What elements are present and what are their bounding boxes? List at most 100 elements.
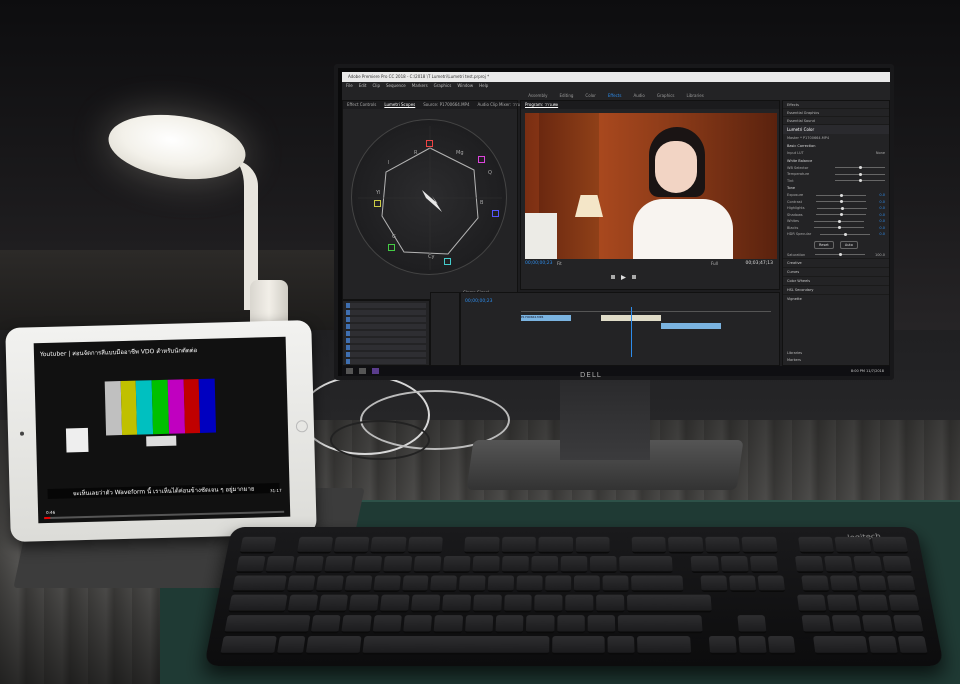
key[interactable] (737, 615, 767, 634)
key[interactable] (372, 615, 402, 634)
input-lut-value[interactable]: None (876, 151, 885, 155)
slider-track[interactable] (817, 206, 868, 210)
key[interactable] (265, 555, 295, 573)
saturation-slider[interactable] (815, 253, 866, 257)
key[interactable] (306, 636, 362, 655)
timeline-clip[interactable]: P1700664.MP4 (521, 315, 571, 321)
project-item[interactable] (346, 352, 426, 357)
home-button[interactable] (295, 420, 309, 433)
slider-track[interactable] (816, 213, 867, 217)
key[interactable] (315, 575, 344, 593)
lumetri-master-clip[interactable]: Master * P1700664.MP4 (783, 134, 889, 142)
slider-value[interactable]: 0.0 (879, 206, 885, 210)
key[interactable] (834, 536, 872, 554)
lumetri-section-collapsed[interactable]: Curves (783, 267, 889, 276)
lumetri-section-collapsed[interactable]: Color Wheels (783, 276, 889, 285)
key[interactable] (619, 555, 674, 573)
key[interactable] (545, 575, 572, 593)
workspace-tab[interactable]: Effects (608, 93, 622, 98)
key[interactable] (897, 636, 928, 655)
key[interactable] (831, 615, 863, 634)
key[interactable] (538, 536, 573, 554)
key[interactable] (830, 575, 859, 593)
key[interactable] (464, 615, 494, 634)
timeline-clip[interactable] (661, 323, 721, 329)
panel-tab[interactable]: Audio Clip Mixer: ว่าวเฟค (478, 101, 527, 109)
video-progress-bar[interactable] (44, 510, 285, 520)
key[interactable] (495, 615, 524, 634)
key[interactable] (729, 575, 757, 593)
workspace-tab[interactable]: Assembly (528, 93, 547, 98)
white-balance-section[interactable]: White Balance (783, 157, 889, 165)
key[interactable] (708, 636, 737, 655)
project-item[interactable] (346, 310, 426, 315)
key[interactable] (235, 555, 266, 573)
workspace-tab[interactable]: Color (585, 93, 595, 98)
key[interactable] (228, 595, 288, 613)
key[interactable] (888, 595, 920, 613)
effects-panel-item[interactable]: Essential Graphics (783, 109, 889, 117)
program-title[interactable]: Program: ว่าวเฟค (525, 101, 558, 109)
key[interactable] (526, 615, 555, 634)
key[interactable] (472, 555, 500, 573)
key[interactable] (464, 536, 500, 554)
key[interactable] (886, 575, 916, 593)
menu-item[interactable]: Markers (412, 82, 428, 90)
key[interactable] (410, 595, 441, 613)
key[interactable] (853, 555, 883, 573)
key[interactable] (700, 575, 728, 593)
key[interactable] (587, 615, 616, 634)
key[interactable] (276, 636, 306, 655)
key[interactable] (871, 536, 909, 554)
panel-tab[interactable]: Effect Controls (347, 101, 376, 109)
key[interactable] (626, 595, 712, 613)
panel-tab[interactable]: Lumetri Scopes (384, 101, 415, 109)
key[interactable] (413, 555, 442, 573)
project-item[interactable] (346, 331, 426, 336)
panel-item[interactable]: Libraries (783, 349, 889, 356)
key[interactable] (349, 595, 380, 613)
project-item[interactable] (346, 324, 426, 329)
key[interactable] (590, 555, 617, 573)
resolution-dropdown[interactable]: Full (711, 261, 718, 266)
key[interactable] (705, 536, 741, 554)
key[interactable] (220, 636, 277, 655)
key[interactable] (362, 636, 549, 655)
key[interactable] (354, 555, 383, 573)
key[interactable] (801, 575, 830, 593)
menu-item[interactable]: Help (479, 82, 488, 90)
key[interactable] (372, 575, 401, 593)
context-menu[interactable] (65, 427, 89, 453)
menu-item[interactable]: Sequence (386, 82, 406, 90)
key[interactable] (403, 615, 433, 634)
key[interactable] (551, 636, 605, 655)
slider-track[interactable] (835, 172, 885, 176)
menu-item[interactable]: Graphics (434, 82, 452, 90)
key[interactable] (459, 575, 486, 593)
slider-track[interactable] (820, 232, 871, 236)
key[interactable] (618, 615, 703, 634)
menu-item[interactable]: Clip (372, 82, 380, 90)
key[interactable] (862, 615, 893, 634)
menu-item[interactable]: Window (457, 82, 473, 90)
timeline-timecode[interactable]: 00;00;00;23 (461, 293, 779, 306)
key[interactable] (858, 575, 888, 593)
lumetri-section-collapsed[interactable]: Vignette (783, 294, 889, 303)
workspace-tab[interactable]: Graphics (657, 93, 675, 98)
key[interactable] (534, 595, 563, 613)
key[interactable] (310, 615, 341, 634)
workspace-tab[interactable]: Editing (559, 93, 573, 98)
effects-panel-item[interactable]: Essential Sound (783, 117, 889, 125)
key[interactable] (407, 536, 443, 554)
slider-track[interactable] (813, 226, 864, 230)
saturation-value[interactable]: 100.0 (875, 253, 885, 257)
slider-track[interactable] (816, 193, 867, 197)
key[interactable] (797, 536, 835, 554)
slider-value[interactable]: 0.0 (879, 226, 885, 230)
slider-value[interactable]: 0.0 (879, 213, 885, 217)
key[interactable] (668, 536, 704, 554)
workspace-tab[interactable]: Audio (633, 93, 644, 98)
key[interactable] (757, 575, 786, 593)
key[interactable] (630, 575, 684, 593)
start-icon[interactable] (346, 368, 353, 374)
